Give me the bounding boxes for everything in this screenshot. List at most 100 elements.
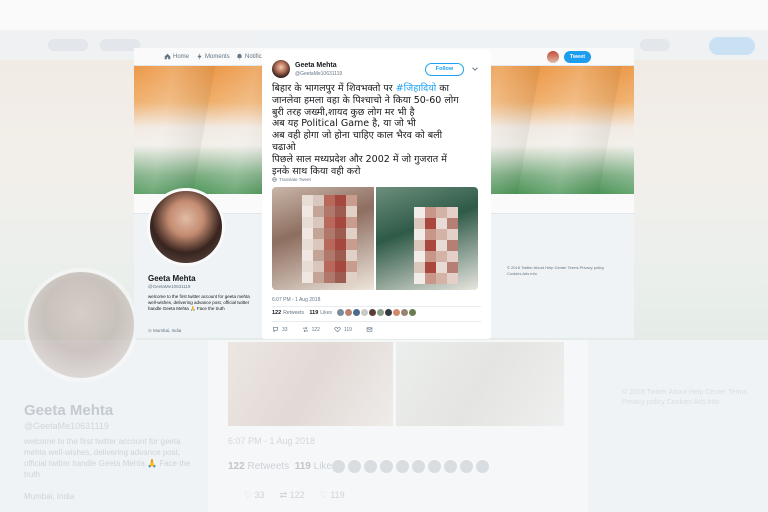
reply-icon	[273, 327, 278, 333]
heart-icon	[334, 327, 341, 333]
chevron-down-icon[interactable]	[471, 65, 479, 73]
envelope-icon	[366, 327, 373, 332]
mosaic-tile	[313, 217, 324, 228]
mosaic-tile	[335, 239, 346, 250]
mosaic-tile	[414, 229, 425, 240]
mosaic-tile	[346, 261, 357, 272]
mosaic-tile	[324, 250, 335, 261]
tweet-text-segment: अब वही होगा जो होना चाहिए काल भैरव को बल…	[272, 130, 443, 142]
tweet-text-line: पिछले साल मध्यप्रदेश और 2002 में जो गुजर…	[272, 154, 484, 166]
pixelated-face	[414, 207, 458, 284]
translate-tweet[interactable]: Translate Tweet	[272, 177, 311, 182]
tweet-text: बिहार के भागलपुर में शिवभक्तो पर #जिहादि…	[272, 83, 484, 177]
mosaic-tile	[302, 206, 313, 217]
author-name[interactable]: Geeta Mehta	[295, 62, 337, 69]
mosaic-tile	[414, 240, 425, 251]
mosaic-tile	[447, 273, 458, 284]
mosaic-tile	[436, 229, 447, 240]
mosaic-tile	[425, 207, 436, 218]
mosaic-tile	[335, 261, 346, 272]
divider	[272, 321, 481, 322]
mosaic-tile	[414, 207, 425, 218]
screen: Geeta Mehta @GeetaMe10631119 welcome to …	[0, 0, 768, 512]
mosaic-tile	[346, 272, 357, 283]
mosaic-tile	[324, 272, 335, 283]
reply-button[interactable]: 33	[272, 326, 288, 333]
like-button[interactable]: 119	[334, 326, 352, 333]
tweet-text-segment: अब यह Political Game है, या जो भी	[272, 118, 416, 130]
mosaic-tile	[335, 217, 346, 228]
mosaic-tile	[447, 207, 458, 218]
mosaic-tile	[425, 251, 436, 262]
author-handle[interactable]: @GeetaMe10631119	[295, 71, 342, 77]
mosaic-tile	[302, 195, 313, 206]
mosaic-tile	[324, 206, 335, 217]
retweet-button[interactable]: 122	[302, 326, 320, 333]
mosaic-tile	[447, 251, 458, 262]
mosaic-tile	[324, 228, 335, 239]
globe-icon	[272, 177, 277, 182]
mosaic-tile	[346, 239, 357, 250]
mosaic-tile	[436, 251, 447, 262]
mosaic-tile	[335, 272, 346, 283]
media-photo-right[interactable]	[376, 187, 478, 290]
mosaic-tile	[346, 206, 357, 217]
mosaic-tile	[335, 250, 346, 261]
mosaic-tile	[447, 240, 458, 251]
tweet-media[interactable]	[272, 187, 478, 290]
tweet-text-segment: बिहार के भागलपुर में शिवभक्तो पर	[272, 83, 396, 94]
mosaic-tile	[346, 217, 357, 228]
follow-button[interactable]: Follow	[425, 63, 464, 76]
likers-avatars[interactable]	[337, 309, 416, 316]
tweet-stats[interactable]: 122 Retweets 119 Likes	[272, 310, 332, 316]
tweet-text-line: जानलेवा हमला वहा के पिश्चाचो ने किया 50-…	[272, 95, 484, 107]
mosaic-tile	[302, 217, 313, 228]
tweet-text-line: अब वही होगा जो होना चाहिए काल भैरव को बल…	[272, 130, 484, 142]
tweet-text-segment: पिछले साल मध्यप्रदेश और 2002 में जो गुजर…	[272, 153, 447, 165]
mosaic-tile	[313, 250, 324, 261]
mosaic-tile	[447, 262, 458, 273]
mosaic-tile	[335, 195, 346, 206]
mosaic-tile	[425, 273, 436, 284]
message-button[interactable]	[366, 326, 373, 333]
mosaic-tile	[436, 218, 447, 229]
mosaic-tile	[313, 195, 324, 206]
retweet-icon	[302, 326, 308, 333]
hashtag-link[interactable]: #जिहादियो	[396, 83, 436, 94]
mosaic-tile	[414, 273, 425, 284]
tweet-text-line: बिहार के भागलपुर में शिवभक्तो पर #जिहादि…	[272, 83, 484, 95]
mosaic-tile	[313, 228, 324, 239]
mosaic-tile	[324, 261, 335, 272]
mosaic-tile	[447, 229, 458, 240]
tweet-timestamp[interactable]: 6:07 PM - 1 Aug 2018	[272, 297, 320, 303]
mosaic-tile	[324, 217, 335, 228]
mosaic-tile	[302, 228, 313, 239]
mosaic-tile	[302, 250, 313, 261]
tweet-text-line: इनके साथ किया वही करो	[272, 166, 484, 178]
mosaic-tile	[313, 239, 324, 250]
mosaic-tile	[335, 228, 346, 239]
mosaic-tile	[425, 240, 436, 251]
tweet-text-segment: का	[436, 83, 449, 94]
tweet-text-line: अब यह Political Game है, या जो भी	[272, 118, 484, 130]
mosaic-tile	[324, 239, 335, 250]
mosaic-tile	[425, 262, 436, 273]
mosaic-tile	[425, 229, 436, 240]
tweet-actions: 33 122 119	[272, 326, 373, 333]
mosaic-tile	[447, 218, 458, 229]
divider	[272, 306, 481, 307]
mosaic-tile	[302, 239, 313, 250]
author-avatar[interactable]	[272, 60, 290, 78]
tweet-text-line: बुरी तरह जख्मी,शायद कुछ लोग मर भी है	[272, 107, 484, 119]
mosaic-tile	[346, 228, 357, 239]
mosaic-tile	[436, 273, 447, 284]
tweet-text-line: चढाओ	[272, 142, 484, 154]
mosaic-tile	[414, 251, 425, 262]
mosaic-tile	[302, 261, 313, 272]
media-photo-left[interactable]	[272, 187, 374, 290]
tweet-text-segment: जानलेवा हमला वहा के पिश्चाचो ने किया 50-…	[272, 94, 459, 106]
tweet-text-segment: इनके साथ किया वही करो	[272, 165, 361, 177]
mosaic-tile	[414, 262, 425, 273]
mosaic-tile	[302, 272, 313, 283]
mosaic-tile	[313, 261, 324, 272]
